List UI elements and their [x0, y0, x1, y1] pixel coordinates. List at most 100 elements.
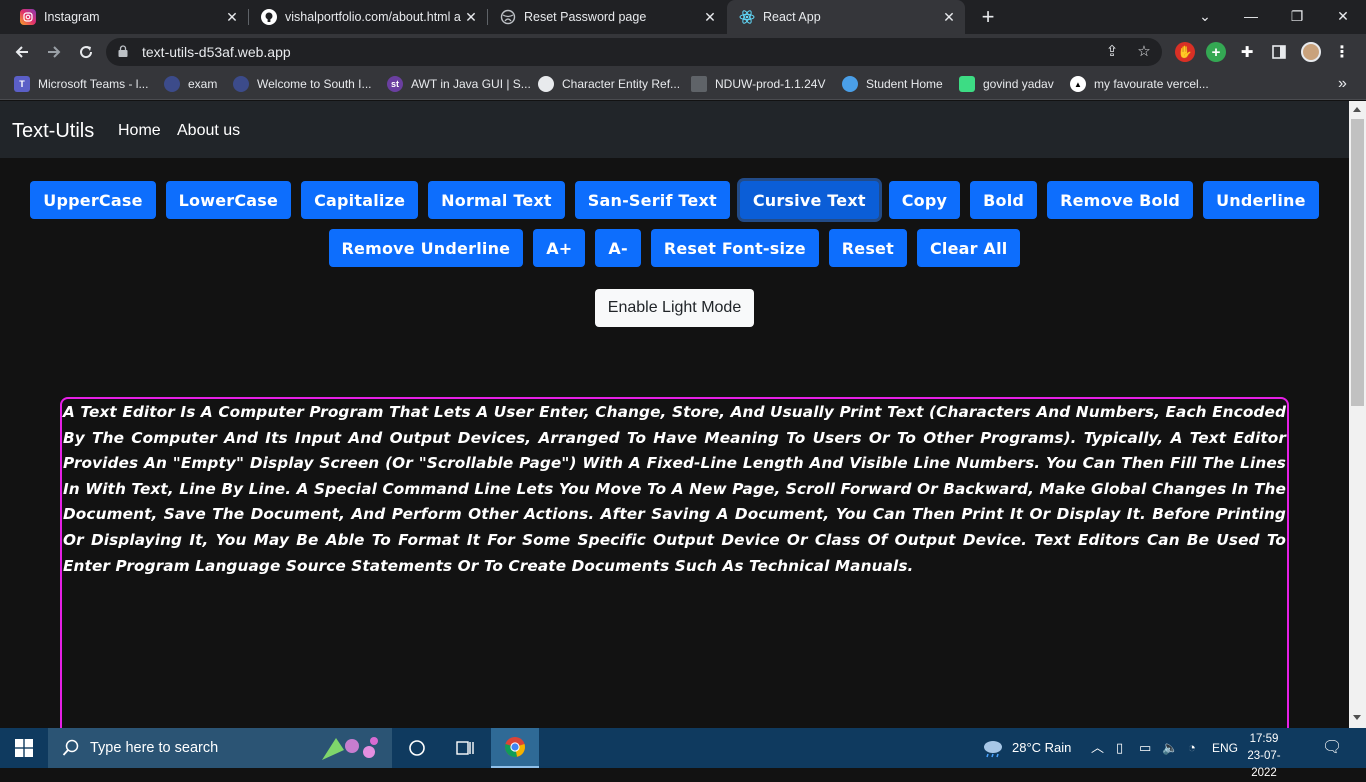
- taskbar-search-box[interactable]: Type here to search: [48, 728, 392, 768]
- clear-all-button[interactable]: Clear All: [916, 229, 1021, 267]
- minimize-button[interactable]: —: [1228, 0, 1274, 34]
- tab-instagram[interactable]: Instagram ✕: [8, 0, 248, 34]
- weather-text[interactable]: 28°C Rain: [1012, 728, 1071, 768]
- clock[interactable]: 17:59 23-07-2022: [1236, 731, 1292, 782]
- copy-button[interactable]: Copy: [888, 181, 961, 219]
- enable-light-mode-button[interactable]: Enable Light Mode: [595, 289, 754, 327]
- bookmark-item[interactable]: govind yadav: [959, 70, 1054, 98]
- scroll-down-icon[interactable]: [1353, 715, 1361, 720]
- bookmark-item[interactable]: st AWT in Java GUI | S...: [387, 70, 531, 98]
- page-viewport: Text-Utils Home About us UpperCase Lower…: [0, 101, 1349, 728]
- app-navbar: Text-Utils Home About us: [0, 101, 1349, 158]
- lowercase-button[interactable]: LowerCase: [165, 181, 292, 219]
- remove-underline-button[interactable]: Remove Underline: [328, 229, 524, 267]
- bookmark-item[interactable]: T Microsoft Teams - l...: [14, 70, 148, 98]
- extension-plus-icon[interactable]: +: [1206, 42, 1226, 62]
- extensions-puzzle-icon[interactable]: ✚: [1237, 42, 1257, 62]
- search-highlight-icon: [314, 732, 384, 764]
- button-row-2: Remove Underline A+ A- Reset Font-size R…: [0, 229, 1349, 267]
- bookmarks-bar: T Microsoft Teams - l... exam Welcome to…: [0, 70, 1366, 100]
- globe-icon: [538, 76, 554, 92]
- language-indicator[interactable]: ENG: [1212, 728, 1238, 768]
- nav-about-link[interactable]: About us: [177, 101, 240, 161]
- globe-icon: [164, 76, 180, 92]
- bookmark-item[interactable]: Character Entity Ref...: [538, 70, 680, 98]
- bold-button[interactable]: Bold: [970, 181, 1038, 219]
- increase-font-button[interactable]: A+: [533, 229, 586, 267]
- notification-icon[interactable]: 🗨: [1322, 728, 1342, 768]
- battery-icon[interactable]: ▭: [1139, 728, 1151, 768]
- profile-avatar[interactable]: [1301, 42, 1321, 62]
- san-serif-text-button[interactable]: San-Serif Text: [574, 181, 730, 219]
- device-icon[interactable]: ▯: [1116, 728, 1123, 768]
- globe-icon: [233, 76, 249, 92]
- page-scrollbar[interactable]: [1349, 101, 1366, 728]
- tab-title: React App: [763, 10, 821, 24]
- widgets-icon[interactable]: [441, 728, 489, 768]
- button-row-1: UpperCase LowerCase Capitalize Normal Te…: [0, 181, 1349, 219]
- bookmark-label: Student Home: [866, 77, 943, 91]
- normal-text-button[interactable]: Normal Text: [428, 181, 565, 219]
- shield-icon: [842, 76, 858, 92]
- reset-font-size-button[interactable]: Reset Font-size: [650, 229, 819, 267]
- more-bookmarks-icon[interactable]: »: [1338, 70, 1347, 98]
- windows-start-icon[interactable]: [0, 728, 48, 768]
- windows-taskbar: Type here to search 28°C Rain ︿ ▯ ▭ 🔈 ◔ …: [0, 728, 1366, 779]
- window-close-button[interactable]: ✕: [1320, 0, 1366, 34]
- network-icon[interactable]: ◔: [1188, 728, 1196, 768]
- decrease-font-button[interactable]: A-: [595, 229, 641, 267]
- bookmark-item[interactable]: exam: [164, 70, 217, 98]
- weather-icon[interactable]: [982, 728, 1006, 768]
- extension-icon[interactable]: ✋: [1175, 42, 1195, 62]
- bookmark-item[interactable]: Welcome to South I...: [233, 70, 372, 98]
- bookmark-item[interactable]: Student Home: [842, 70, 943, 98]
- nav-home-link[interactable]: Home: [118, 101, 161, 161]
- bookmark-label: Welcome to South I...: [257, 77, 372, 91]
- clock-date: 23-07-2022: [1247, 750, 1281, 779]
- tab-github[interactable]: vishalportfolio.com/about.html a ✕: [249, 0, 487, 34]
- bookmark-item[interactable]: NDUW-prod-1.1.24V: [691, 70, 825, 98]
- task-view-icon[interactable]: [393, 728, 441, 768]
- reload-button[interactable]: [73, 39, 99, 65]
- bookmark-star-icon[interactable]: ☆: [1134, 42, 1154, 62]
- clock-time: 17:59: [1249, 733, 1279, 745]
- volume-icon[interactable]: 🔈: [1162, 728, 1178, 768]
- react-icon: [739, 9, 755, 25]
- tray-chevron-icon[interactable]: ︿: [1091, 728, 1104, 768]
- remove-bold-button[interactable]: Remove Bold: [1047, 181, 1194, 219]
- tab-search-chevron-icon[interactable]: ⌄: [1182, 0, 1228, 34]
- underline-button[interactable]: Underline: [1203, 181, 1319, 219]
- reset-button[interactable]: Reset: [828, 229, 907, 267]
- bookmark-item[interactable]: ▲ my favourate vercel...: [1070, 70, 1209, 98]
- tab-react-app[interactable]: React App ✕: [727, 0, 965, 34]
- vercel-icon: ▲: [1070, 76, 1086, 92]
- address-bar[interactable]: text-utils-d53af.web.app ⇪ ☆: [106, 38, 1162, 66]
- close-icon[interactable]: ✕: [224, 9, 240, 26]
- close-icon[interactable]: ✕: [702, 9, 718, 26]
- restore-button[interactable]: ❐: [1274, 0, 1320, 34]
- uppercase-button[interactable]: UpperCase: [30, 181, 156, 219]
- side-panel-icon[interactable]: [1269, 42, 1289, 62]
- capitalize-button[interactable]: Capitalize: [301, 181, 419, 219]
- cursive-text-button[interactable]: Cursive Text: [739, 181, 879, 219]
- chrome-taskbar-icon[interactable]: [491, 728, 539, 768]
- bookmark-label: Microsoft Teams - l...: [38, 77, 149, 91]
- text-editor-area[interactable]: A Text Editor Is A Computer Program That…: [60, 397, 1289, 728]
- scrollbar-thumb[interactable]: [1351, 119, 1364, 406]
- tab-title: vishalportfolio.com/about.html a: [285, 10, 461, 24]
- close-icon[interactable]: ✕: [463, 9, 479, 26]
- scroll-up-icon[interactable]: [1353, 107, 1361, 112]
- forward-button[interactable]: [41, 39, 67, 65]
- url-text[interactable]: text-utils-d53af.web.app: [142, 38, 291, 66]
- st-icon: st: [387, 76, 403, 92]
- share-icon[interactable]: ⇪: [1102, 42, 1122, 62]
- tab-reset-password[interactable]: Reset Password page ✕: [488, 0, 726, 34]
- new-tab-button[interactable]: +: [976, 4, 1000, 30]
- back-button[interactable]: [9, 39, 35, 65]
- bookmark-label: Character Entity Ref...: [562, 77, 681, 91]
- doc-icon: [691, 76, 707, 92]
- menu-kebab-icon[interactable]: ⋮: [1332, 42, 1352, 62]
- tab-title: Reset Password page: [524, 10, 647, 24]
- close-icon[interactable]: ✕: [941, 9, 957, 26]
- brand-logo[interactable]: Text-Utils: [12, 101, 94, 161]
